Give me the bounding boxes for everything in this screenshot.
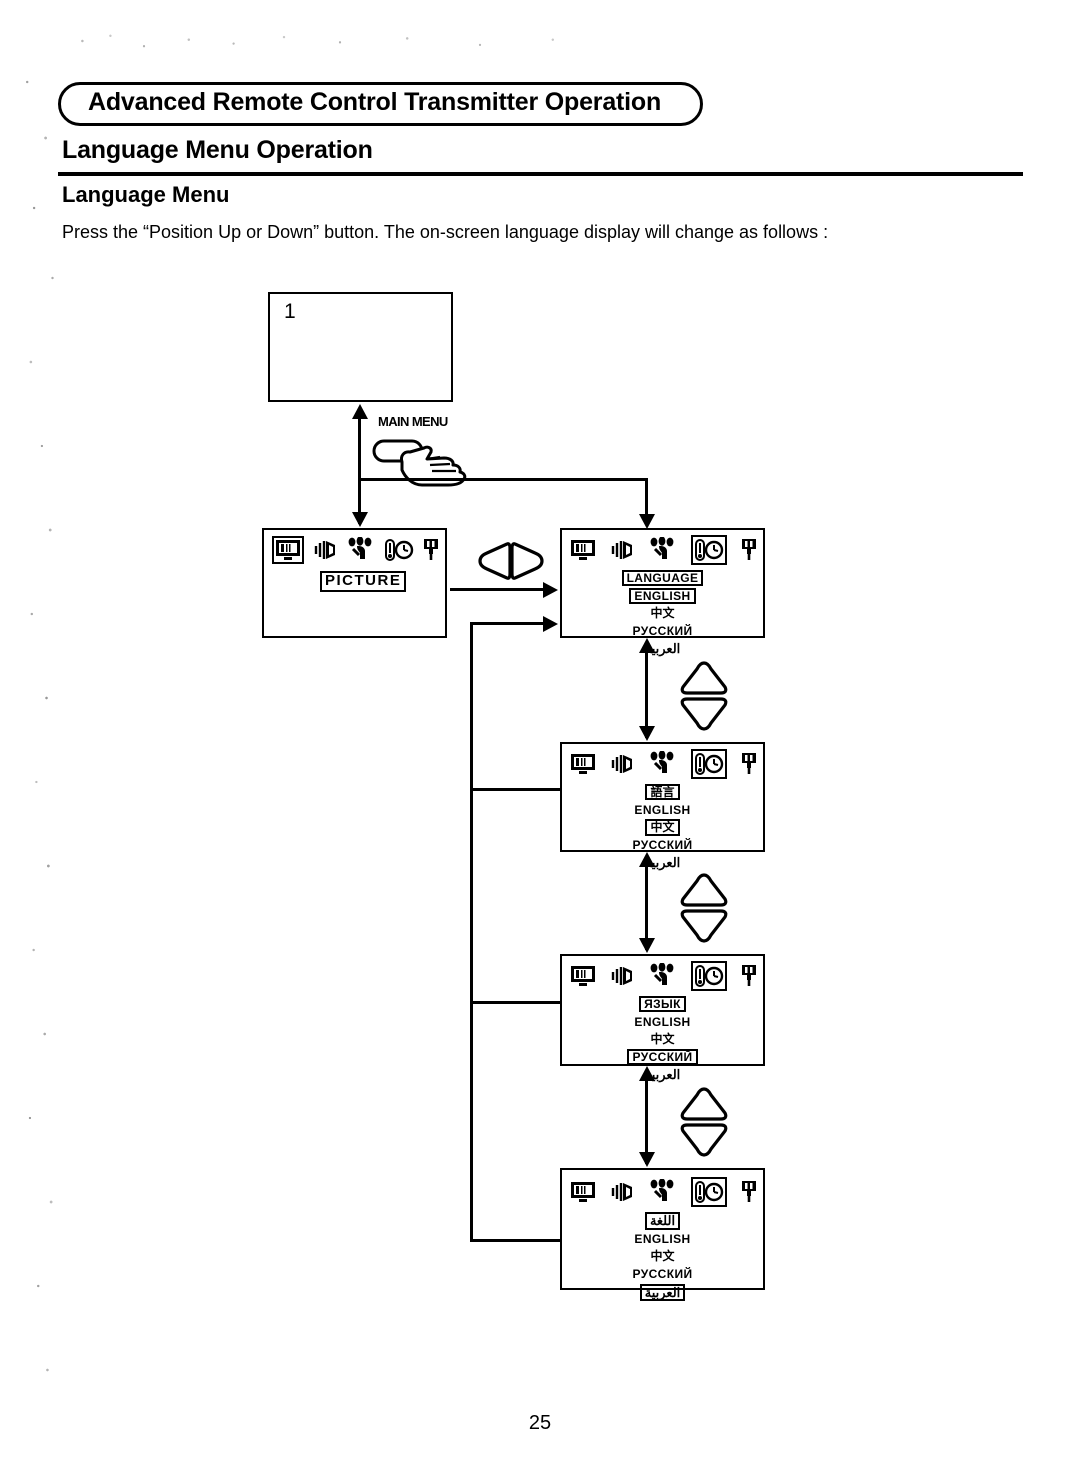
main-menu-label: MAIN MENU	[378, 414, 448, 429]
hand-setup-icon[interactable]	[649, 963, 677, 989]
picture-icon[interactable]	[570, 539, 596, 561]
page-header-title: Advanced Remote Control Transmitter Oper…	[88, 88, 662, 116]
connector-branch-3	[470, 1001, 560, 1004]
menu-title[interactable]: ЯЗЫК	[639, 996, 686, 1013]
timer-clock-icon[interactable]	[690, 961, 727, 991]
arrowhead-up-lang1	[639, 638, 655, 653]
screen-1-blank: 1	[268, 292, 453, 402]
audio-speaker-icon[interactable]	[610, 964, 636, 988]
language-chinese-menu: 語言 ENGLISH 中文 РУССКИЙ العربية	[560, 784, 765, 872]
hand-setup-icon[interactable]	[649, 1179, 677, 1205]
menu-item-arabic[interactable]: العربية	[639, 1283, 686, 1302]
arrowhead-up-lang2	[639, 852, 655, 867]
language-chinese-icon-row	[570, 748, 758, 780]
arrowhead-down-to-picture	[352, 512, 368, 527]
language-arabic-menu: اللغة ENGLISH 中文 РУССКИЙ العربية	[560, 1212, 765, 1302]
menu-item-russian[interactable]: РУССКИЙ	[630, 838, 694, 851]
menu-item-russian[interactable]: РУССКИЙ	[630, 1267, 694, 1280]
arrowhead-up-lang3	[639, 1066, 655, 1081]
arrowhead-right-branch-1	[543, 616, 558, 632]
menu-item-russian[interactable]: РУССКИЙ	[627, 1048, 698, 1066]
connector-branch-4	[470, 1239, 560, 1242]
scan-noise-top-margin	[60, 28, 620, 54]
audio-speaker-icon[interactable]	[313, 538, 339, 562]
arrowhead-down-lang3	[639, 938, 655, 953]
section-divider	[58, 172, 1023, 176]
language-arabic-icon-row	[570, 1176, 758, 1208]
left-right-rocker-icon	[478, 540, 544, 587]
audio-speaker-icon[interactable]	[610, 752, 636, 776]
picture-icon[interactable]	[570, 1181, 596, 1203]
arrowhead-down-to-language-menu	[639, 514, 655, 529]
hand-setup-icon[interactable]	[649, 537, 677, 563]
scan-noise-left-margin	[18, 40, 64, 1440]
connector-branch-1	[470, 622, 545, 625]
plug-input-icon[interactable]	[740, 964, 758, 988]
menu-item-english[interactable]: ENGLISH	[632, 803, 692, 816]
language-english-menu: LANGUAGE ENGLISH 中文 РУССКИЙ العربية	[560, 570, 765, 658]
language-russian-icon-row	[570, 960, 758, 992]
menu-item-chinese[interactable]: 中文	[648, 607, 676, 620]
menu-title[interactable]: LANGUAGE	[621, 570, 704, 587]
audio-speaker-icon[interactable]	[610, 1180, 636, 1204]
timer-clock-icon[interactable]	[690, 1177, 727, 1207]
connector-screen1-picture	[358, 412, 361, 524]
hand-setup-icon[interactable]	[347, 537, 375, 563]
up-down-rocker-icon	[676, 660, 732, 732]
menu-item-russian[interactable]: РУССКИЙ	[630, 624, 694, 637]
connector-trunk-vertical	[470, 622, 473, 1242]
connector-mainmenu-horizontal	[358, 478, 648, 481]
menu-item-chinese[interactable]: 中文	[645, 819, 680, 836]
section-title: Language Menu Operation	[62, 136, 373, 164]
subsection-title: Language Menu	[62, 182, 230, 207]
picture-icon[interactable]	[272, 536, 304, 564]
screen-1-number: 1	[284, 300, 296, 323]
language-russian-menu: ЯЗЫК ENGLISH 中文 РУССКИЙ العربية	[560, 996, 765, 1084]
up-down-rocker-icon	[676, 1086, 732, 1158]
connector-picture-to-language	[450, 588, 545, 591]
arrowhead-right-to-language	[543, 582, 558, 598]
audio-speaker-icon[interactable]	[610, 538, 636, 562]
connector-lang3-lang4	[645, 1076, 648, 1164]
hand-setup-icon[interactable]	[649, 751, 677, 777]
timer-clock-icon[interactable]	[690, 535, 727, 565]
menu-item-english[interactable]: ENGLISH	[632, 1015, 692, 1028]
arrowhead-up-to-screen1	[352, 404, 368, 419]
picture-menu-icon-row	[272, 534, 440, 566]
menu-title[interactable]: اللغة	[644, 1212, 681, 1230]
page-number: 25	[528, 1412, 552, 1434]
menu-title[interactable]: 語言	[645, 784, 680, 801]
plug-input-icon[interactable]	[740, 752, 758, 776]
up-down-rocker-icon	[676, 872, 732, 944]
arrowhead-down-lang2	[639, 726, 655, 741]
menu-item-english[interactable]: ENGLISH	[629, 587, 696, 605]
menu-item-chinese[interactable]: 中文	[648, 1250, 676, 1263]
instruction-text: Press the “Position Up or Down” button. …	[62, 222, 829, 242]
picture-icon[interactable]	[570, 753, 596, 775]
connector-lang2-lang3	[645, 862, 648, 950]
plug-input-icon[interactable]	[740, 538, 758, 562]
language-english-icon-row	[570, 534, 758, 566]
connector-branch-2	[470, 788, 560, 791]
menu-item-english[interactable]: ENGLISH	[632, 1232, 692, 1245]
picture-icon[interactable]	[570, 965, 596, 987]
timer-clock-icon[interactable]	[384, 538, 414, 562]
connector-lang1-lang2	[645, 648, 648, 738]
plug-input-icon[interactable]	[422, 538, 440, 562]
picture-menu-title: PICTURE	[320, 571, 407, 592]
plug-input-icon[interactable]	[740, 1180, 758, 1204]
menu-item-chinese[interactable]: 中文	[648, 1033, 676, 1046]
timer-clock-icon[interactable]	[690, 749, 727, 779]
arrowhead-down-lang4	[639, 1152, 655, 1167]
